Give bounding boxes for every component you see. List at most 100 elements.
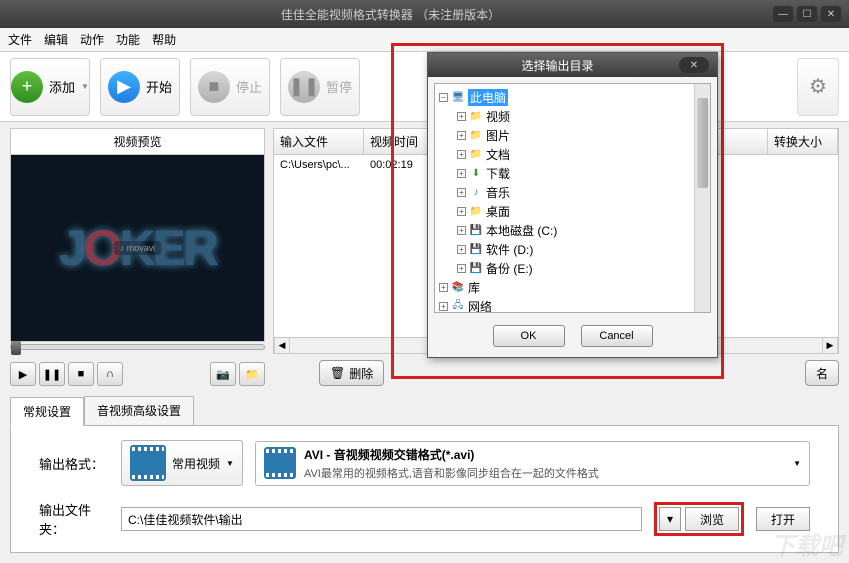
tree-label: 音乐 xyxy=(486,184,510,201)
play-btn[interactable]: ▶ xyxy=(10,362,36,386)
pause-button[interactable]: ❚❚ 暂停 xyxy=(280,58,360,116)
pause-btn[interactable]: ❚❚ xyxy=(39,362,65,386)
tree-libraries[interactable]: +📚库 xyxy=(439,278,706,297)
dialog-buttons: OK Cancel xyxy=(428,319,717,357)
scroll-right-icon[interactable]: ▶ xyxy=(822,338,838,353)
dialog-title: 选择输出目录 xyxy=(436,57,679,74)
expand-icon[interactable]: + xyxy=(457,169,466,178)
format-desc-button[interactable]: AVI - 音视频视频交错格式(*.avi) AVI最常用的视频格式,语音和影像… xyxy=(255,441,810,486)
tab-general[interactable]: 常规设置 xyxy=(10,397,84,426)
expand-icon[interactable]: + xyxy=(457,226,466,235)
tree-desktop[interactable]: +📁桌面 xyxy=(439,202,706,221)
slider-track[interactable] xyxy=(10,344,265,350)
tree-downloads[interactable]: +⬇下载 xyxy=(439,164,706,183)
menu-edit[interactable]: 编辑 xyxy=(44,31,68,48)
stop-btn[interactable]: ■ xyxy=(68,362,94,386)
settings-button[interactable]: ⚙ xyxy=(797,58,839,116)
path-dropdown-button[interactable]: ▾ xyxy=(659,507,681,531)
menu-help[interactable]: 帮助 xyxy=(152,31,176,48)
expand-icon[interactable]: + xyxy=(457,150,466,159)
format-text: AVI - 音视频视频交错格式(*.avi) AVI最常用的视频格式,语音和影像… xyxy=(304,446,785,481)
expand-icon[interactable]: + xyxy=(457,245,466,254)
tree-label: 图片 xyxy=(486,127,510,144)
tree-label: 此电脑 xyxy=(468,89,508,106)
expand-icon[interactable]: + xyxy=(439,283,448,292)
pause-label: 暂停 xyxy=(326,77,352,96)
tree-e-drive[interactable]: +💾备份 (E:) xyxy=(439,259,706,278)
cancel-button[interactable]: Cancel xyxy=(581,325,653,347)
expand-icon[interactable]: + xyxy=(439,302,448,311)
folder-tree[interactable]: − 🖥 此电脑 +📁视频 +📁图片 +📁文档 +⬇下载 +♪音乐 +📁桌面 +💾… xyxy=(434,83,711,313)
film-icon xyxy=(264,447,296,479)
library-icon: 📚 xyxy=(451,282,465,294)
trash-icon: 🗑 xyxy=(330,366,345,380)
rename-button[interactable]: 名 xyxy=(805,360,839,386)
browse-button[interactable]: 浏览 xyxy=(685,507,739,531)
download-icon: ⬇ xyxy=(469,168,483,180)
dialog-close-button[interactable]: ✕ xyxy=(679,57,709,73)
col-input[interactable]: 输入文件 xyxy=(274,129,364,154)
collapse-icon[interactable]: − xyxy=(439,93,448,102)
site-watermark: 下载吧 xyxy=(771,526,843,561)
tree-label: 本地磁盘 (C:) xyxy=(486,222,557,239)
tree-documents[interactable]: +📁文档 xyxy=(439,145,706,164)
output-path-input[interactable] xyxy=(121,507,642,531)
minimize-button[interactable]: — xyxy=(773,6,793,22)
tree-label: 下载 xyxy=(486,165,510,182)
scrollbar-thumb[interactable] xyxy=(697,98,708,188)
start-label: 开始 xyxy=(146,77,172,96)
tree-label: 备份 (E:) xyxy=(486,260,533,277)
scroll-left-icon[interactable]: ◀ xyxy=(274,338,290,353)
tree-pictures[interactable]: +📁图片 xyxy=(439,126,706,145)
start-button[interactable]: ▶ 开始 xyxy=(100,58,180,116)
expand-icon[interactable]: + xyxy=(457,131,466,140)
col-convsize[interactable]: 转换大小 xyxy=(768,129,838,154)
folder-icon: 📁 xyxy=(469,111,483,123)
close-button[interactable]: ✕ xyxy=(821,6,841,22)
folder-dialog: 选择输出目录 ✕ − 🖥 此电脑 +📁视频 +📁图片 +📁文档 +⬇下载 +♪音… xyxy=(427,52,718,358)
menu-file[interactable]: 文件 xyxy=(8,31,32,48)
video-preview[interactable]: JOKER ♪ movavi xyxy=(10,154,265,342)
window-controls: — ☐ ✕ xyxy=(773,6,841,22)
expand-icon[interactable]: + xyxy=(457,264,466,273)
add-button[interactable]: + 添加 ▼ xyxy=(10,58,90,116)
loop-btn[interactable]: ∩ xyxy=(97,362,123,386)
tree-d-drive[interactable]: +💾软件 (D:) xyxy=(439,240,706,259)
tree-network[interactable]: +🖧网络 xyxy=(439,297,706,313)
drive-icon: 💾 xyxy=(469,225,483,237)
format-sub: AVI最常用的视频格式,语音和影像同步组合在一起的文件格式 xyxy=(304,465,785,481)
tree-this-pc[interactable]: − 🖥 此电脑 xyxy=(439,88,706,107)
expand-icon[interactable]: + xyxy=(457,207,466,216)
chevron-down-icon: ▼ xyxy=(226,459,234,468)
stop-button[interactable]: ■ 停止 xyxy=(190,58,270,116)
slider-knob[interactable] xyxy=(11,341,21,355)
expand-icon[interactable]: + xyxy=(457,188,466,197)
snapshot-btn[interactable]: 📷 xyxy=(210,362,236,386)
settings-panel: 常规设置 音视频高级设置 输出格式： 常用视频 ▼ AVI - 音视频视频交错格… xyxy=(10,396,839,553)
delete-button[interactable]: 🗑 删除 xyxy=(319,360,384,386)
dialog-scrollbar[interactable] xyxy=(694,84,710,312)
chevron-down-icon: ▼ xyxy=(793,459,801,468)
menu-action[interactable]: 动作 xyxy=(80,31,104,48)
menu-function[interactable]: 功能 xyxy=(116,31,140,48)
format-label: 输出格式： xyxy=(39,454,109,473)
computer-icon: 🖥 xyxy=(451,92,465,104)
tree-music[interactable]: +♪音乐 xyxy=(439,183,706,202)
delete-label: 删除 xyxy=(349,365,373,382)
seek-slider[interactable] xyxy=(10,342,265,356)
folder-btn[interactable]: 📁 xyxy=(239,362,265,386)
format-category: 常用视频 xyxy=(172,455,220,472)
drive-icon: 💾 xyxy=(469,244,483,256)
preview-controls: ▶ ❚❚ ■ ∩ 📷 📁 xyxy=(10,356,265,392)
plus-icon: + xyxy=(11,71,43,103)
tree-label: 网络 xyxy=(468,298,492,313)
tree-videos[interactable]: +📁视频 xyxy=(439,107,706,126)
rename-label: 名 xyxy=(816,365,828,382)
maximize-button[interactable]: ☐ xyxy=(797,6,817,22)
format-category-button[interactable]: 常用视频 ▼ xyxy=(121,440,243,486)
ok-button[interactable]: OK xyxy=(493,325,565,347)
tree-c-drive[interactable]: +💾本地磁盘 (C:) xyxy=(439,221,706,240)
tab-advanced[interactable]: 音视频高级设置 xyxy=(84,396,194,425)
play-icon: ▶ xyxy=(108,71,140,103)
expand-icon[interactable]: + xyxy=(457,112,466,121)
